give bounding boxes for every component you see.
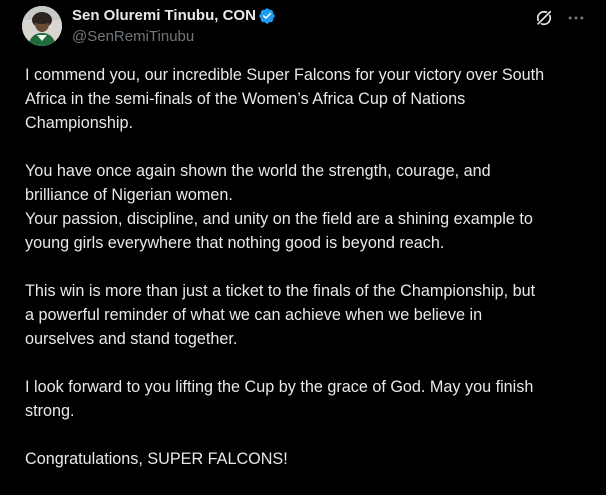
avatar[interactable] [22,6,62,46]
tweet-paragraph: I commend you, our incredible Super Falc… [25,63,590,135]
grok-icon[interactable] [534,8,554,28]
profile-photo-icon [22,6,62,46]
text-line: Your passion, discipline, and unity on t… [25,210,533,228]
tweet-text: I commend you, our incredible Super Falc… [25,63,590,495]
text-line: You have once again shown the world the … [25,162,491,180]
previous-post-edge [22,0,102,2]
tweet-paragraph: This win is more than just a ticket to t… [25,279,590,351]
author-handle[interactable]: @SenRemiTinubu [72,27,276,47]
text-line: This win is more than just a ticket to t… [25,282,536,300]
tweet-paragraph: You have once again shown the world the … [25,159,590,255]
text-line: Congratulations, SUPER FALCONS! [25,450,288,468]
text-line: I commend you, our incredible Super Falc… [25,66,545,84]
tweet-paragraph: Congratulations, SUPER FALCONS! [25,447,590,471]
tweet-header: Sen Oluremi Tinubu, CON @SenRemiTinubu [22,6,586,46]
tweet-paragraph: I look forward to you lifting the Cup by… [25,375,590,423]
header-actions [534,8,586,28]
text-line: Championship. [25,114,133,132]
text-line: brilliance of Nigerian women. [25,186,233,204]
text-line: strong. [25,402,75,420]
author-display-name[interactable]: Sen Oluremi Tinubu, CON [72,6,256,26]
text-line: a powerful reminder of what we can achie… [25,306,483,324]
text-line: Africa in the semi-finals of the Women’s… [25,90,466,108]
text-line: I look forward to you lifting the Cup by… [25,378,534,396]
author-block: Sen Oluremi Tinubu, CON @SenRemiTinubu [72,6,276,47]
more-horizontal-icon[interactable] [566,8,586,28]
text-line: young girls everywhere that nothing good… [25,234,445,252]
author-name-row: Sen Oluremi Tinubu, CON [72,6,276,26]
tweet: Sen Oluremi Tinubu, CON @SenRemiTinubu I… [0,0,606,475]
verified-badge-icon[interactable] [258,7,276,25]
text-line: ourselves and stand together. [25,330,238,348]
